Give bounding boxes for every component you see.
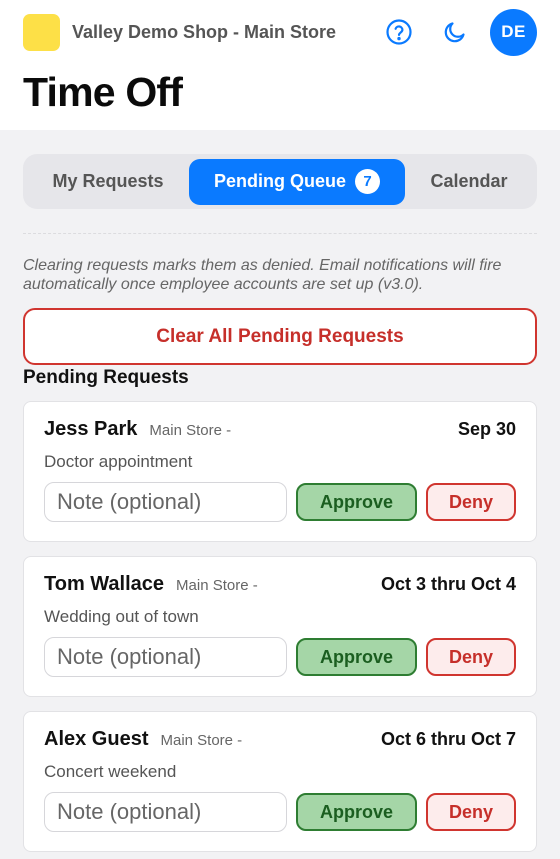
- shop-logo: [23, 13, 60, 51]
- approve-button[interactable]: Approve: [296, 483, 417, 521]
- page-title: Time Off: [23, 69, 183, 115]
- top-actions: DE: [384, 8, 537, 56]
- tab-calendar[interactable]: Calendar: [405, 159, 533, 205]
- view-tabs: My Requests Pending Queue 7 Calendar: [23, 154, 537, 209]
- employee-name: Alex Guest: [44, 728, 149, 750]
- employee-name: Jess Park: [44, 418, 138, 440]
- main-content: My Requests Pending Queue 7 Calendar Cle…: [0, 130, 560, 852]
- app-header: Valley Demo Shop - Main Store DE Time Of…: [0, 0, 560, 130]
- employee-store: Main Store -: [176, 577, 258, 594]
- employee-name: Tom Wallace: [44, 573, 165, 595]
- clear-all-pending-button[interactable]: Clear All Pending Requests: [23, 308, 537, 365]
- divider: [23, 233, 537, 234]
- avatar[interactable]: DE: [490, 8, 537, 56]
- request-reason: Doctor appointment: [44, 452, 193, 471]
- top-bar: Valley Demo Shop - Main Store DE: [23, 0, 537, 64]
- clearing-notice: Clearing requests marks them as denied. …: [23, 257, 502, 293]
- request-dates: Oct 6 thru Oct 7: [380, 729, 516, 749]
- request-reason: Wedding out of town: [44, 607, 199, 626]
- help-icon[interactable]: [384, 17, 414, 47]
- request-card: Tom Wallace Main Store - Oct 3 thru Oct …: [23, 556, 537, 697]
- tab-my-requests[interactable]: My Requests: [27, 159, 189, 205]
- request-card: Alex Guest Main Store - Oct 6 thru Oct 7…: [23, 711, 537, 852]
- tab-pending-queue-label: Pending Queue: [213, 171, 346, 191]
- deny-button[interactable]: Deny: [426, 793, 516, 831]
- note-input[interactable]: [44, 792, 287, 832]
- request-reason: Concert weekend: [44, 762, 177, 781]
- deny-button[interactable]: Deny: [426, 483, 516, 521]
- note-input[interactable]: [44, 637, 287, 677]
- deny-button[interactable]: Deny: [426, 638, 516, 676]
- employee-store: Main Store -: [149, 422, 232, 439]
- moon-icon[interactable]: [440, 17, 470, 47]
- section-title: Pending Requests: [23, 367, 189, 388]
- pending-count-badge: 7: [355, 169, 380, 194]
- request-card: Jess Park Main Store - Sep 30 Doctor app…: [23, 401, 537, 542]
- shop-name[interactable]: Valley Demo Shop - Main Store: [72, 22, 336, 43]
- approve-button[interactable]: Approve: [296, 793, 417, 831]
- request-list: Jess Park Main Store - Sep 30 Doctor app…: [23, 401, 537, 852]
- request-dates: Oct 3 thru Oct 4: [380, 574, 516, 594]
- request-dates: Sep 30: [457, 419, 516, 439]
- note-input[interactable]: [44, 482, 287, 522]
- tab-pending-queue[interactable]: Pending Queue 7: [189, 158, 405, 205]
- employee-store: Main Store -: [160, 732, 243, 749]
- approve-button[interactable]: Approve: [296, 638, 417, 676]
